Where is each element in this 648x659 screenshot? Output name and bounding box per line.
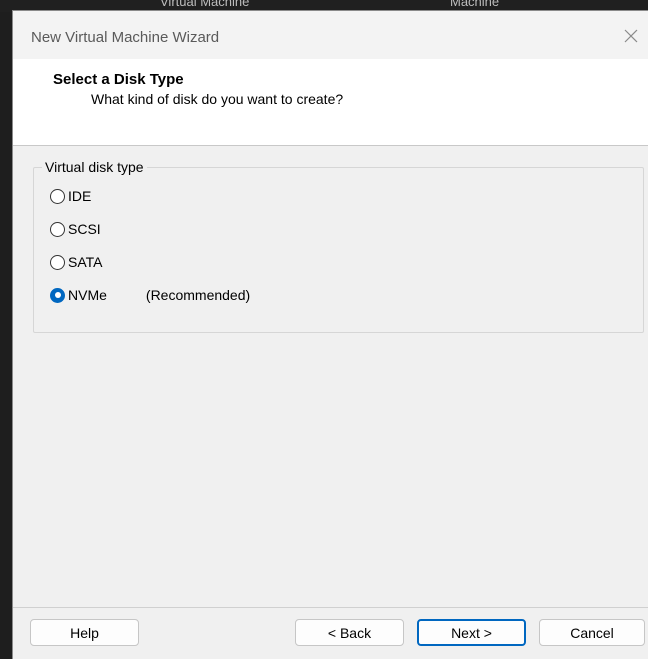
close-icon <box>624 29 638 43</box>
page-title: Select a Disk Type <box>53 71 184 88</box>
recommended-note: (Recommended) <box>145 287 251 303</box>
back-button[interactable]: < Back <box>295 619 404 646</box>
background-text-left: Virtual Machine <box>160 0 250 9</box>
radio-label-sata: SATA <box>68 254 103 270</box>
radio-label-ide: IDE <box>68 188 92 204</box>
page-subtitle: What kind of disk do you want to create? <box>91 91 344 107</box>
window-title: New Virtual Machine Wizard <box>31 29 220 46</box>
title-bar: New Virtual Machine Wizard <box>13 11 648 59</box>
close-button[interactable] <box>614 21 648 51</box>
help-button[interactable]: Help <box>30 619 139 646</box>
radio-button-scsi[interactable] <box>50 221 65 237</box>
radio-nvme[interactable]: NVMe (Recommended) <box>50 284 250 306</box>
radio-label-scsi: SCSI <box>68 221 101 237</box>
radio-button-ide[interactable] <box>50 188 65 204</box>
cancel-button[interactable]: Cancel <box>539 619 645 646</box>
radio-scsi[interactable]: SCSI <box>50 218 101 240</box>
radio-ide[interactable]: IDE <box>50 185 91 207</box>
group-label: Virtual disk type <box>42 159 147 175</box>
radio-sata[interactable]: SATA <box>50 251 103 273</box>
radio-button-sata[interactable] <box>50 254 65 270</box>
background-text-right: Machine <box>450 0 500 9</box>
radio-label-nvme: NVMe <box>68 287 107 303</box>
radio-button-nvme[interactable] <box>50 287 65 303</box>
footer-divider <box>13 607 648 608</box>
wizard-header: Select a Disk Type What kind of disk do … <box>13 59 648 146</box>
next-button[interactable]: Next > <box>417 619 526 646</box>
virtual-disk-type-group: Virtual disk type IDE SCSI SATA NVMe (Re… <box>33 159 644 333</box>
wizard-dialog: New Virtual Machine Wizard Select a Disk… <box>12 10 648 659</box>
